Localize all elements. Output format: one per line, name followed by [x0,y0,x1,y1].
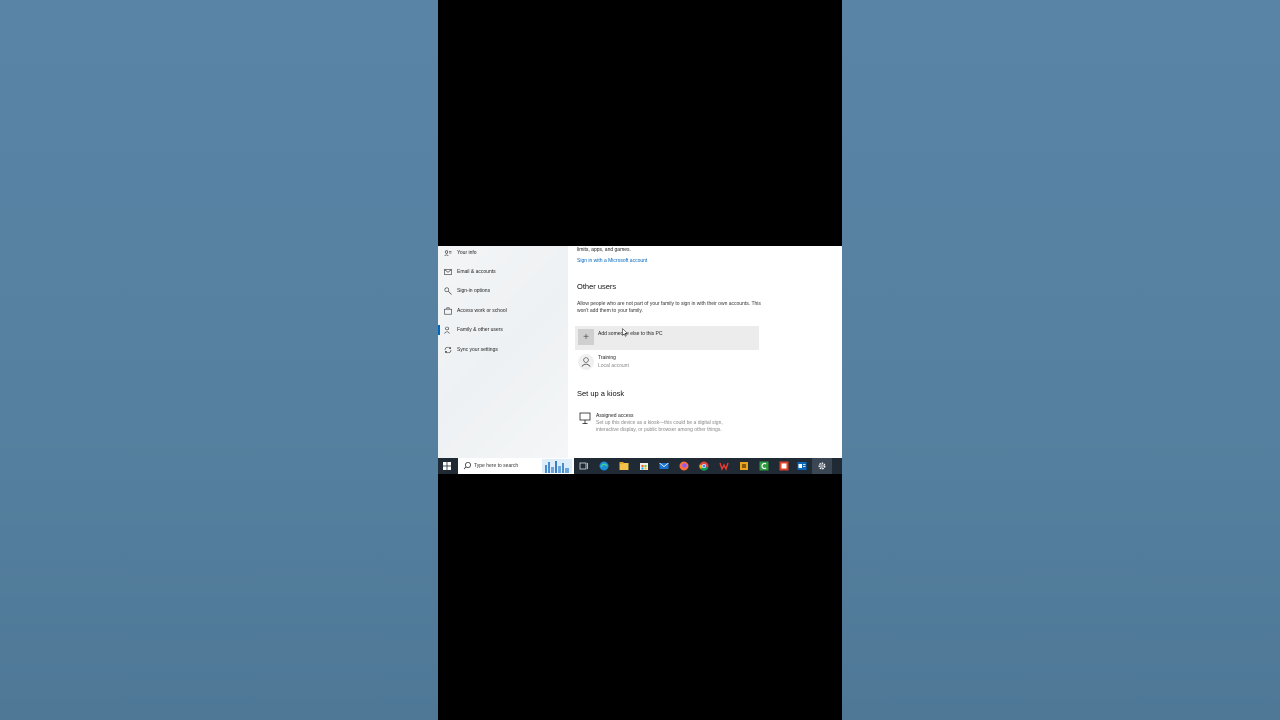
red-app-icon[interactable] [779,461,789,471]
sidebar-item-email-accounts[interactable]: Email & accounts [438,265,568,281]
sidebar-item-label: Sync your settings [457,347,498,353]
sidebar-item-label: Your info [457,250,477,256]
sidebar-item-your-info[interactable]: Your info [438,246,568,262]
settings-sidebar: Your info Email & accounts Sign-in optio… [438,246,568,458]
kiosk-monitor-icon [579,412,591,424]
outlook-icon[interactable] [797,461,807,471]
sidebar-item-sync-settings[interactable]: Sync your settings [438,343,568,359]
sidebar-item-label: Access work or school [457,308,507,314]
key-icon [444,287,452,295]
wps-icon[interactable] [719,461,729,471]
person-add-icon [444,326,452,334]
user-avatar[interactable] [578,354,594,370]
sidebar-item-access-work[interactable]: Access work or school [438,304,568,320]
taskbar-settings-button[interactable] [812,458,832,474]
mail-icon [444,268,452,276]
mail-app-icon[interactable] [659,461,669,471]
sync-icon [444,346,452,354]
firefox-icon[interactable] [679,461,689,471]
mouse-cursor-icon [622,328,628,337]
add-someone-label: Add someone else to this PC [598,331,663,337]
task-view-icon[interactable] [579,461,589,471]
search-icon [463,462,471,470]
person-card-icon [444,249,452,257]
briefcase-icon [444,307,452,315]
assigned-access-description: Set up this device as a kiosk—this could… [596,420,723,433]
chrome-icon[interactable] [699,461,709,471]
store-icon[interactable] [639,461,649,471]
family-description-tail: limits, apps, and games. [577,247,631,253]
camtasia-icon[interactable] [759,461,769,471]
taskbar-search-box[interactable]: Type here to search [458,458,574,474]
plus-icon: + [578,329,594,345]
sidebar-item-label: Email & accounts [457,269,496,275]
settings-gear-icon [818,462,826,470]
sidebar-item-sign-in-options[interactable]: Sign-in options [438,284,568,300]
sign-in-microsoft-link[interactable]: Sign in with a Microsoft account [577,258,647,264]
folder-app-icon[interactable] [739,461,749,471]
other-users-description: Allow people who are not part of your fa… [577,301,761,314]
user-account-type: Local account [598,363,629,369]
sidebar-item-family-other-users[interactable]: Family & other users [438,323,568,339]
sidebar-item-label: Sign-in options [457,288,491,294]
add-someone-button[interactable] [575,326,759,350]
search-highlight-icon [542,459,572,473]
kiosk-heading: Set up a kiosk [577,389,625,398]
file-explorer-icon[interactable] [619,461,629,471]
taskbar: Type here to search [438,458,842,474]
person-icon [581,357,591,367]
other-users-heading: Other users [577,282,617,291]
edge-icon[interactable] [599,461,609,471]
sidebar-item-label: Family & other users [457,327,503,333]
settings-window: Your info Email & accounts Sign-in optio… [438,246,842,474]
user-name[interactable]: Training [598,355,616,361]
search-placeholder: Type here to search [474,463,519,469]
active-indicator [438,325,440,335]
windows-start-icon[interactable] [442,461,452,471]
assigned-access-title[interactable]: Assigned access [596,413,634,419]
